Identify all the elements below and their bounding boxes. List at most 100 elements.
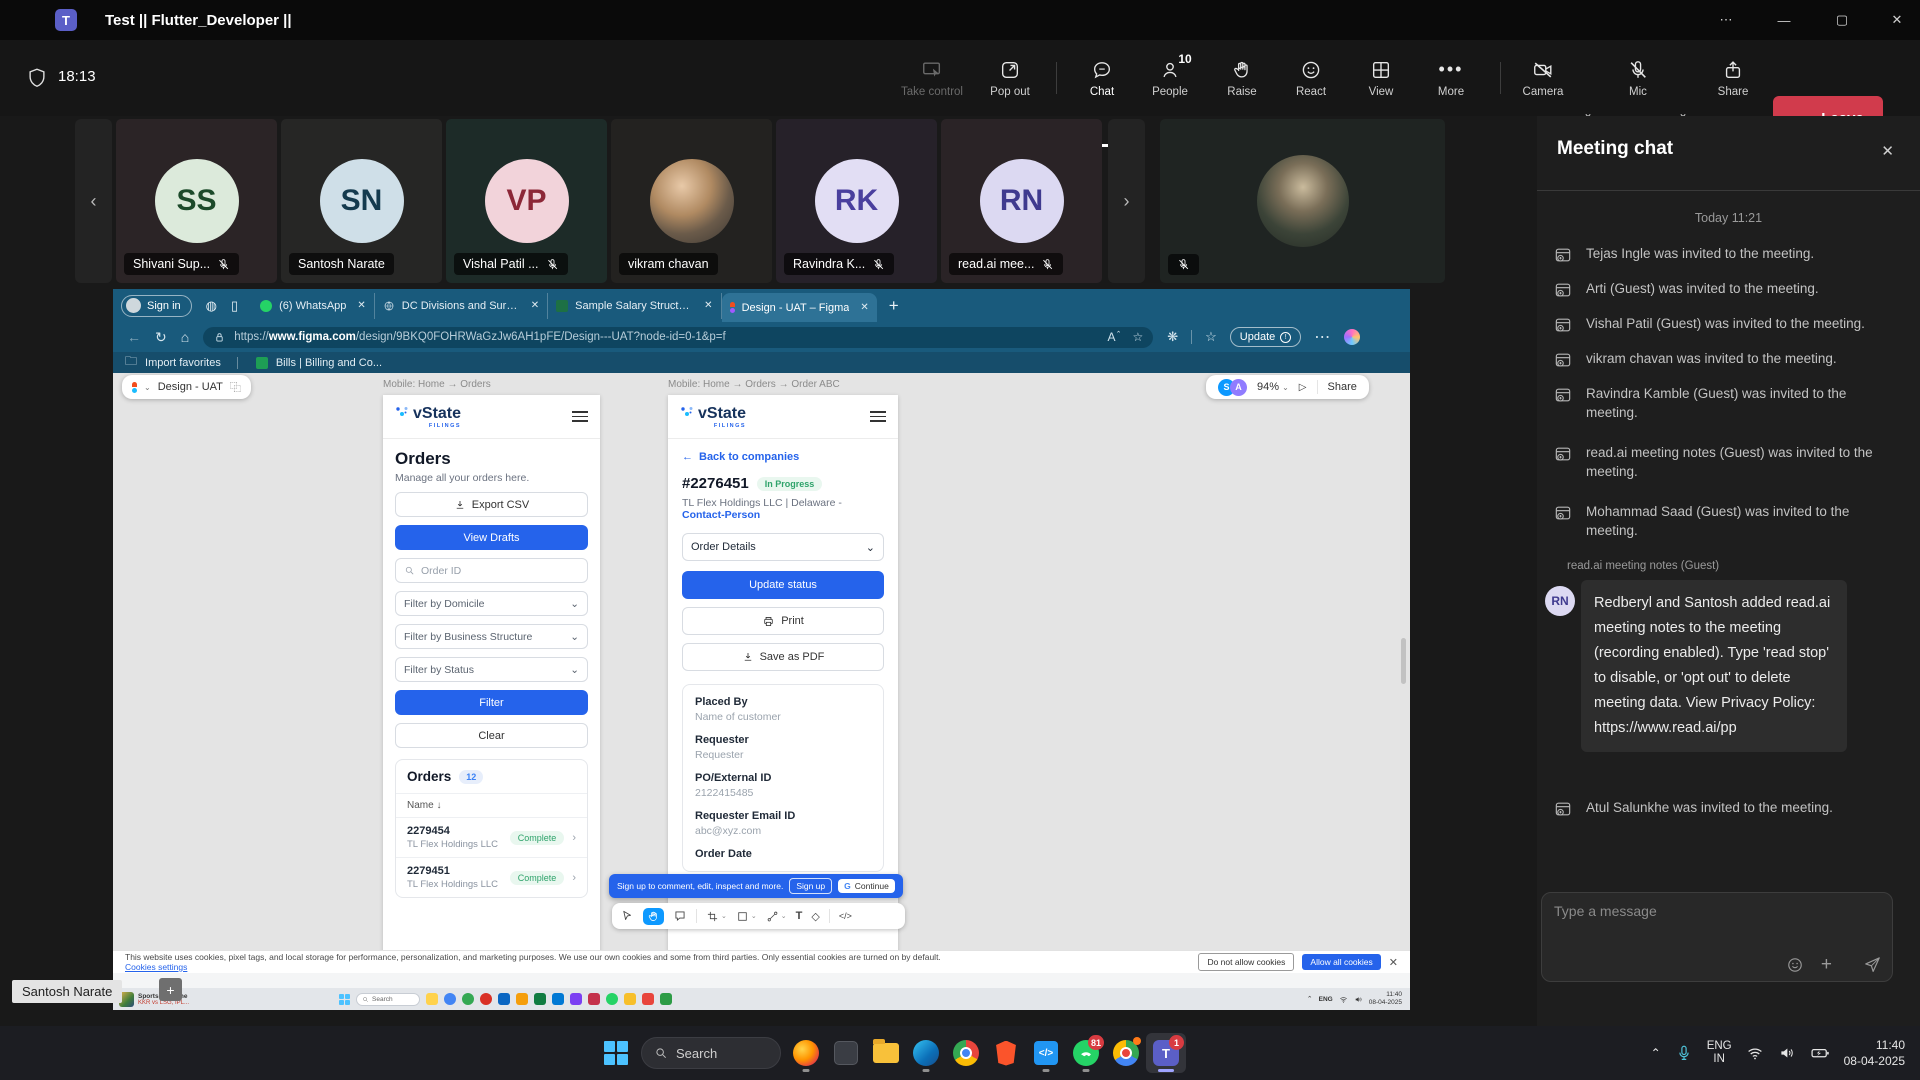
language-indicator[interactable]: ENG [1319,996,1333,1003]
cookies-settings-link[interactable]: Cookies settings [125,962,187,972]
browser-tab[interactable]: DC Divisions and Surroundings✕ [375,293,548,319]
pinned-app-icon[interactable] [498,993,510,1005]
zoom-level[interactable]: 94% ⌄ [1257,381,1289,393]
new-tab-button[interactable]: + [889,296,899,316]
more-button[interactable]: ••• More [1418,48,1484,108]
taskbar-search[interactable]: Search [636,1033,786,1073]
participant-tile[interactable] [1160,119,1445,283]
firefox-icon[interactable] [786,1033,826,1073]
back-to-companies-link[interactable]: ←Back to companies [682,451,884,463]
pinned-app-icon[interactable] [462,993,474,1005]
figma-canvas[interactable]: ⌄ Design - UAT ⿻ S A 94% ⌄ ▷ Share Mobil… [113,373,1410,955]
tray-chevron-up-icon[interactable]: ⌃ [1651,1046,1661,1060]
orders-name-column-header[interactable]: Name ↓ [396,793,587,817]
participant-tile[interactable]: RK Ravindra K... [776,119,937,283]
comment-tool[interactable] [673,909,687,923]
brave-icon[interactable] [986,1033,1026,1073]
tray-chevron-icon[interactable]: ⌃ [1307,995,1313,1003]
collections-icon[interactable]: ☆ [1205,329,1217,345]
order-id-search-input[interactable]: Order ID [395,558,588,583]
taskbar-clock[interactable]: 11:40 08-04-2025 [1844,1037,1905,1069]
figma-doc-pill[interactable]: ⌄ Design - UAT ⿻ [122,375,251,399]
browser-tab-active[interactable]: Design - UAT – Figma✕ [722,293,877,322]
filter-status-select[interactable]: Filter by Status⌄ [395,657,588,682]
tray-mic-icon[interactable] [1675,1044,1693,1062]
browser-signin-button[interactable]: Sign in [121,295,192,317]
filter-domicile-select[interactable]: Filter by Domicile⌄ [395,591,588,616]
chat-close-icon[interactable]: ✕ [1881,142,1894,160]
extensions-icon[interactable]: ❋ [1167,329,1178,345]
shared-clock[interactable]: 11:40 08-04-2025 [1369,991,1402,1007]
import-favorites-link[interactable]: Import favorites [145,357,221,369]
save-as-pdf-button[interactable]: Save as PDF [682,643,884,671]
read-aloud-icon[interactable]: A⌃ [1108,330,1122,344]
chevron-down-icon[interactable]: ⌄ [144,383,151,392]
app-icon[interactable] [826,1033,866,1073]
pinned-app-icon[interactable] [552,993,564,1005]
order-row[interactable]: 2279454TL Flex Holdings LLC Complete › [396,817,587,857]
chat-message-input[interactable] [1542,893,1892,945]
deny-cookies-button[interactable]: Do not allow cookies [1198,953,1294,971]
pinned-app-icon[interactable] [516,993,528,1005]
order-details-select[interactable]: Order Details⌄ [682,533,884,561]
search-box[interactable]: Search [356,993,420,1006]
shape-tool[interactable]: ⌄ [736,910,757,923]
move-tool[interactable] [620,909,634,923]
browser-tab[interactable]: Sample Salary Structure with calc✕ [548,293,721,319]
wifi-icon[interactable] [1746,1044,1764,1062]
volume-icon[interactable] [1778,1044,1796,1062]
pinned-app-icon[interactable] [480,993,492,1005]
pinned-app-icon[interactable] [606,993,618,1005]
emoji-icon[interactable] [1786,956,1804,974]
chrome-profile-icon[interactable] [1106,1033,1146,1073]
start-button[interactable] [339,994,350,1005]
file-explorer-icon[interactable] [866,1033,906,1073]
figma-frame-orders[interactable]: vStateFILINGS Orders Manage all your ord… [383,395,600,955]
send-icon[interactable] [1863,955,1882,974]
language-switcher[interactable]: ENG IN [1707,1040,1732,1066]
window-maximize-button[interactable]: ▢ [1819,0,1865,40]
presenter-add-button[interactable]: + [159,978,182,1001]
pinned-app-icon[interactable] [642,993,654,1005]
take-control-button[interactable]: Take control [899,48,965,108]
present-play-icon[interactable]: ▷ [1299,382,1307,393]
component-tool[interactable]: ◇ [811,910,819,923]
export-csv-button[interactable]: Export CSV [395,492,588,517]
allow-cookies-button[interactable]: Allow all cookies [1302,954,1380,970]
whatsapp-icon[interactable]: 81 [1066,1033,1106,1073]
hamburger-menu-icon[interactable] [870,411,886,422]
home-icon[interactable]: ⌂ [181,329,189,345]
connector-tool[interactable]: ⌄ [766,910,787,923]
contact-person-link[interactable]: Contact-Person [682,509,760,521]
pinned-app-icon[interactable] [444,993,456,1005]
battery-icon[interactable] [1810,1043,1830,1063]
tab-close-icon[interactable]: ✕ [357,300,365,311]
react-button[interactable]: React [1278,48,1344,108]
people-button[interactable]: 10 People [1137,48,1203,108]
bills-favorite-link[interactable]: Bills | Billing and Co... [276,357,382,369]
raise-hand-button[interactable]: Raise [1209,48,1275,108]
clear-button[interactable]: Clear [395,723,588,748]
pinned-app-icon[interactable] [588,993,600,1005]
collaborator-avatar[interactable]: A [1230,379,1247,396]
print-button[interactable]: Print [682,607,884,635]
chat-compose-box[interactable]: + [1541,892,1893,982]
participant-tile[interactable]: VP Vishal Patil ... [446,119,607,283]
share-button[interactable]: Share [1700,48,1766,108]
url-field[interactable]: https://www.figma.com/design/9BKQ0FOHRWa… [203,327,1153,348]
update-status-button[interactable]: Update status [682,571,884,599]
pinned-app-icon[interactable] [570,993,582,1005]
hamburger-menu-icon[interactable] [572,411,588,422]
layout-panel-icon[interactable]: ⿻ [230,379,241,395]
close-icon[interactable]: ✕ [1389,956,1398,969]
pinned-app-icon[interactable] [534,993,546,1005]
filter-button[interactable]: Filter [395,690,588,715]
hand-tool[interactable] [643,908,664,925]
figma-share-button[interactable]: Share [1328,381,1357,393]
participant-tile[interactable]: SN Santosh Narate [281,119,442,283]
back-icon[interactable]: ← [127,329,141,345]
figma-frame-order-detail[interactable]: vStateFILINGS ←Back to companies #227645… [668,395,898,955]
window-close-button[interactable]: ✕ [1874,0,1920,40]
chrome-icon[interactable] [946,1033,986,1073]
participant-tile[interactable]: RN read.ai mee... [941,119,1102,283]
